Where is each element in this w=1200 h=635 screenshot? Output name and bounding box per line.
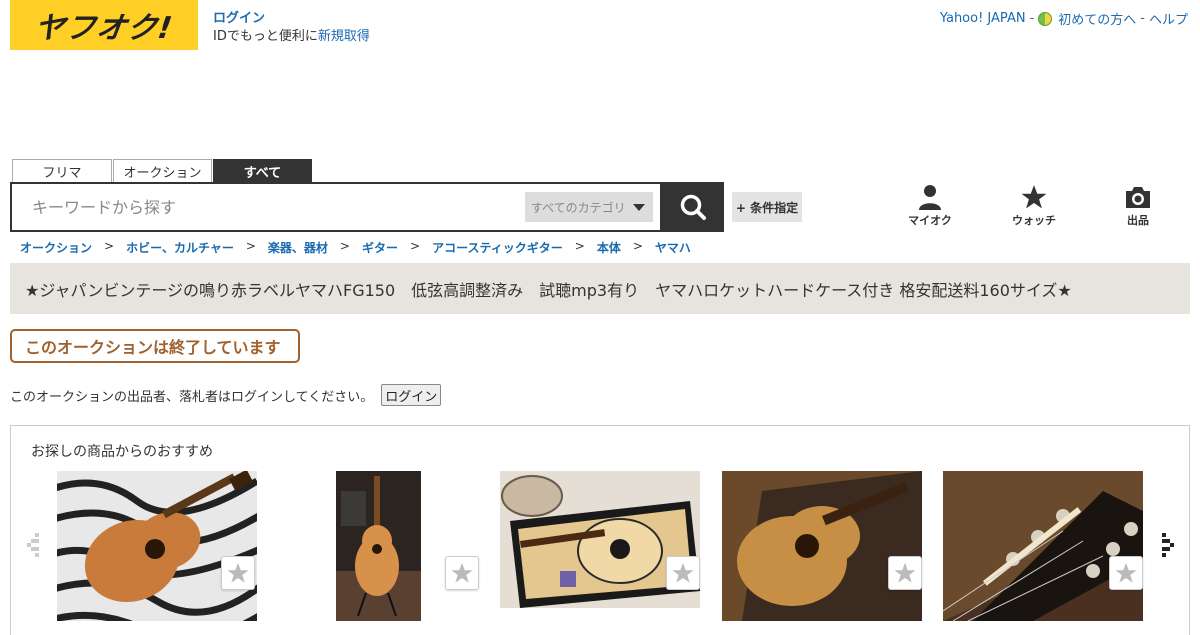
tab-auction[interactable]: オークション — [113, 159, 212, 183]
watch-button[interactable] — [888, 556, 922, 590]
breadcrumb-sep: > — [245, 239, 256, 253]
guitar-brown-case-photo[interactable] — [722, 471, 922, 621]
login-link[interactable]: ログイン — [213, 11, 265, 26]
id-promo-text: IDでもっと便利に — [213, 29, 318, 44]
beginner-leaf-icon — [1038, 11, 1053, 26]
star-icon — [894, 562, 916, 583]
breadcrumb-sep: > — [339, 239, 350, 253]
login-notice: このオークションの出品者、落札者はログインしてください。 ログイン — [10, 384, 442, 406]
breadcrumb-sep: > — [410, 239, 421, 253]
recommend-card[interactable] — [276, 471, 479, 621]
login-notice-text: このオークションの出品者、落札者はログインしてください。 — [10, 389, 374, 405]
help-link[interactable]: ヘルプ — [1149, 9, 1188, 28]
search-icon — [680, 194, 706, 220]
nav-label: ウォッチ — [1012, 214, 1056, 227]
nav-watch[interactable]: ウォッチ — [1004, 184, 1064, 228]
nav-label: 出品 — [1127, 214, 1149, 227]
prev-arrow[interactable] — [25, 531, 45, 564]
caret-down-icon — [633, 204, 645, 211]
star-icon — [451, 562, 473, 583]
breadcrumb-item[interactable]: 楽器、器材 — [268, 239, 328, 256]
star-icon — [1115, 562, 1137, 583]
notice-login-button[interactable]: ログイン — [381, 384, 442, 406]
recommend-card[interactable] — [722, 471, 922, 621]
guitar-stand-photo[interactable] — [336, 471, 421, 621]
top-links: Yahoo! JAPAN - 初めての方へ - ヘルプ — [940, 9, 1188, 28]
yahoo-japan-link[interactable]: Yahoo! JAPAN — [940, 11, 1026, 26]
tab-all[interactable]: すべて — [213, 159, 312, 183]
item-title-bar: ★ジャパンビンテージの鳴り赤ラベルヤマハFG150 低弦高調整済み 試聴mp3有… — [10, 263, 1190, 314]
recommend-card[interactable] — [500, 471, 700, 621]
conditions-button[interactable]: + 条件指定 — [732, 192, 802, 222]
search-button[interactable] — [662, 182, 724, 232]
breadcrumb-sep: > — [104, 239, 115, 253]
nav-label: マイオク — [908, 214, 952, 227]
item-title: ★ジャパンビンテージの鳴り赤ラベルヤマハFG150 低弦高調整済み 試聴mp3有… — [25, 280, 1072, 300]
recommend-card[interactable] — [943, 471, 1143, 621]
guitar-zebra-photo[interactable] — [57, 471, 257, 621]
breadcrumb-item[interactable]: オークション — [20, 239, 92, 256]
chevron-left-icon — [27, 533, 39, 557]
star-icon — [1021, 185, 1047, 209]
next-arrow[interactable] — [1156, 531, 1176, 564]
breadcrumb-sep: > — [632, 239, 643, 253]
watch-button[interactable] — [1109, 556, 1143, 590]
search-box: すべてのカテゴリ — [10, 182, 662, 232]
login-block: ログイン IDでもっと便利に新規取得 — [213, 10, 370, 46]
signup-link[interactable]: 新規取得 — [318, 29, 370, 44]
recommend-card[interactable] — [57, 471, 257, 621]
category-select[interactable]: すべてのカテゴリ — [525, 192, 653, 222]
yahuoku-logo[interactable]: ヤフオク! — [10, 0, 198, 50]
category-select-label: すべてのカテゴリ — [531, 200, 626, 215]
breadcrumb-item[interactable]: ホビー、カルチャー — [126, 239, 234, 256]
link-separator: - — [1140, 11, 1145, 26]
guitar-headstock-photo[interactable] — [943, 471, 1143, 621]
tab-furima[interactable]: フリマ — [12, 159, 112, 183]
search-input[interactable] — [12, 184, 512, 230]
logo-text: ヤフオク! — [32, 11, 176, 46]
watch-button[interactable] — [445, 556, 479, 590]
search-tabs: フリマ オークション すべて — [12, 159, 312, 183]
star-icon — [672, 562, 694, 583]
breadcrumb-item[interactable]: 本体 — [597, 239, 621, 256]
breadcrumb-item[interactable]: ヤマハ — [655, 239, 691, 256]
link-separator: - — [1029, 11, 1035, 26]
watch-button[interactable] — [221, 556, 255, 590]
camera-icon — [1126, 187, 1150, 208]
auction-ended-badge: このオークションは終了しています — [10, 329, 300, 363]
recommend-title: お探しの商品からのおすすめ — [31, 444, 213, 460]
beginners-link[interactable]: 初めての方へ — [1058, 9, 1136, 28]
chevron-right-icon — [1162, 533, 1174, 557]
breadcrumb: オークション > ホビー、カルチャー > 楽器、器材 > ギター > アコーステ… — [20, 239, 691, 256]
breadcrumb-item[interactable]: アコースティックギター — [432, 239, 563, 256]
nav-sell[interactable]: 出品 — [1108, 184, 1168, 228]
person-icon — [919, 185, 941, 210]
breadcrumb-sep: > — [574, 239, 585, 253]
star-icon — [227, 562, 249, 583]
breadcrumb-item[interactable]: ギター — [362, 239, 398, 256]
nav-myauc[interactable]: マイオク — [900, 184, 960, 228]
recommend-panel: お探しの商品からのおすすめ — [10, 425, 1190, 635]
watch-button[interactable] — [666, 556, 700, 590]
